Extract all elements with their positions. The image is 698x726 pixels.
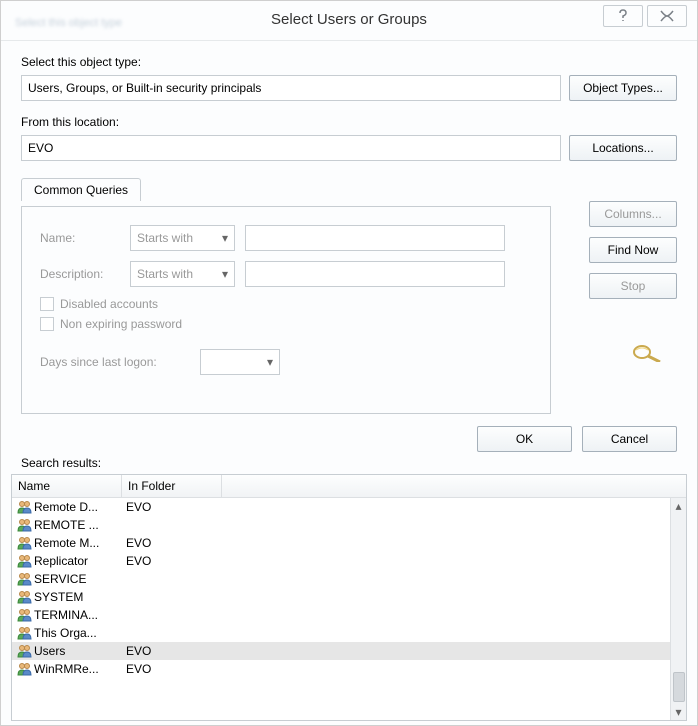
group-icon [16, 643, 34, 659]
table-row[interactable]: Remote D...EVO [12, 498, 686, 516]
query-desc-label: Description: [40, 267, 120, 281]
result-name: Remote D... [34, 500, 126, 514]
find-now-button[interactable]: Find Now [589, 237, 677, 263]
query-name-match-combo[interactable]: Starts with▾ [130, 225, 235, 251]
result-folder: EVO [126, 500, 226, 514]
non-expiring-password-label: Non expiring password [60, 317, 182, 331]
dialog-title: Select Users or Groups [1, 11, 697, 28]
disabled-accounts-checkbox[interactable] [40, 297, 54, 311]
result-folder: EVO [126, 644, 226, 658]
result-name: Users [34, 644, 126, 658]
header-in-folder[interactable]: In Folder [122, 475, 222, 497]
group-icon [16, 589, 34, 605]
header-name[interactable]: Name [12, 475, 122, 497]
search-icon [629, 341, 669, 363]
result-folder: EVO [126, 554, 226, 568]
chevron-down-icon: ▾ [222, 267, 228, 281]
result-name: Remote M... [34, 536, 126, 550]
search-results-label: Search results: [1, 456, 697, 470]
group-icon [16, 625, 34, 641]
group-icon [16, 607, 34, 623]
group-icon [16, 499, 34, 515]
select-users-groups-dialog: Select this object type Select Users or … [0, 0, 698, 726]
object-type-label: Select this object type: [21, 55, 677, 69]
result-folder: EVO [126, 662, 226, 676]
tab-common-queries[interactable]: Common Queries [21, 178, 141, 201]
results-list: Remote D...EVOREMOTE ...Remote M...EVORe… [12, 498, 686, 720]
location-label: From this location: [21, 115, 677, 129]
query-desc-input[interactable] [245, 261, 505, 287]
scroll-down-icon[interactable]: ▾ [672, 704, 686, 720]
disabled-accounts-label: Disabled accounts [60, 297, 158, 311]
scroll-thumb[interactable] [673, 672, 685, 702]
table-headers: Name In Folder [12, 475, 686, 498]
help-button[interactable] [603, 5, 643, 27]
days-since-logon-label: Days since last logon: [40, 355, 190, 369]
table-row[interactable]: This Orga... [12, 624, 686, 642]
query-desc-match-combo[interactable]: Starts with▾ [130, 261, 235, 287]
scroll-up-icon[interactable]: ▴ [672, 498, 686, 514]
group-icon [16, 553, 34, 569]
result-name: WinRMRe... [34, 662, 126, 676]
results-scrollbar[interactable]: ▴ ▾ [670, 498, 686, 720]
result-name: This Orga... [34, 626, 126, 640]
result-name: Replicator [34, 554, 126, 568]
table-row[interactable]: SERVICE [12, 570, 686, 588]
group-icon [16, 661, 34, 677]
chevron-down-icon: ▾ [267, 355, 273, 369]
columns-button[interactable]: Columns... [589, 201, 677, 227]
days-since-logon-combo[interactable]: ▾ [200, 349, 280, 375]
ok-button[interactable]: OK [477, 426, 572, 452]
search-results-table: Name In Folder Remote D...EVOREMOTE ...R… [11, 474, 687, 721]
query-name-label: Name: [40, 231, 120, 245]
group-icon [16, 535, 34, 551]
table-row[interactable]: ReplicatorEVO [12, 552, 686, 570]
group-icon [16, 571, 34, 587]
chevron-down-icon: ▾ [222, 231, 228, 245]
close-button[interactable] [647, 5, 687, 27]
common-queries-panel: Name: Starts with▾ Description: Starts w… [21, 206, 551, 414]
table-row[interactable]: Remote M...EVO [12, 534, 686, 552]
result-name: SYSTEM [34, 590, 126, 604]
object-types-button[interactable]: Object Types... [569, 75, 677, 101]
result-name: REMOTE ... [34, 518, 126, 532]
cancel-button[interactable]: Cancel [582, 426, 677, 452]
table-row[interactable]: UsersEVO [12, 642, 686, 660]
result-name: SERVICE [34, 572, 126, 586]
result-folder: EVO [126, 536, 226, 550]
locations-button[interactable]: Locations... [569, 135, 677, 161]
non-expiring-password-checkbox[interactable] [40, 317, 54, 331]
stop-button[interactable]: Stop [589, 273, 677, 299]
dialog-buttons: OK Cancel [1, 414, 697, 456]
group-icon [16, 517, 34, 533]
table-row[interactable]: SYSTEM [12, 588, 686, 606]
table-row[interactable]: WinRMRe...EVO [12, 660, 686, 678]
close-icon [660, 10, 674, 22]
query-name-input[interactable] [245, 225, 505, 251]
location-field[interactable] [21, 135, 561, 161]
table-row[interactable]: TERMINA... [12, 606, 686, 624]
help-icon [617, 9, 629, 23]
result-name: TERMINA... [34, 608, 126, 622]
title-bar: Select this object type Select Users or … [1, 1, 697, 41]
object-type-field[interactable] [21, 75, 561, 101]
search-actions: Columns... Find Now Stop [589, 201, 677, 299]
table-row[interactable]: REMOTE ... [12, 516, 686, 534]
